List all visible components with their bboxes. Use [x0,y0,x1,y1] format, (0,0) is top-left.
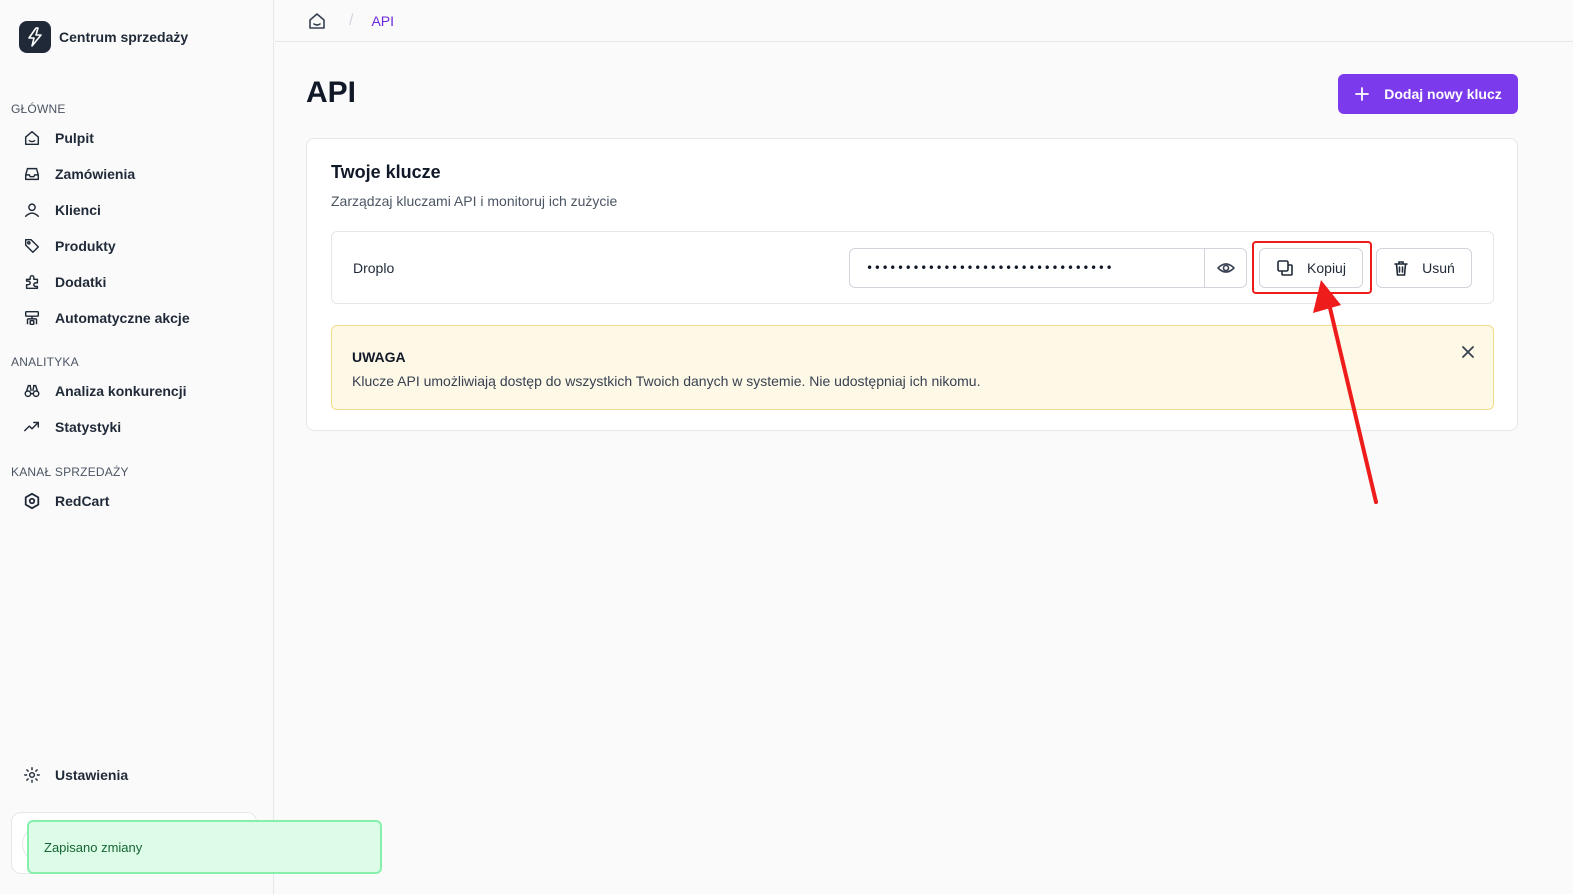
api-keys-card: Twoje klucze Zarządzaj kluczami API i mo… [306,138,1518,431]
sidebar-item-zamowienia[interactable]: Zamówienia [22,160,135,188]
api-key-field [849,248,1247,288]
sidebar-item-label: Dodatki [55,274,107,290]
binoculars-icon [22,381,42,401]
brand-name: Centrum sprzedaży [59,29,189,45]
sidebar-item-dodatki[interactable]: Dodatki [22,268,106,296]
page-title: API [306,76,357,109]
sidebar: Centrum sprzedaży GŁÓWNE Pulpit Zamówien… [0,0,274,894]
home-icon [22,128,42,148]
warning-alert: UWAGA Klucze API umożliwiają dostęp do w… [331,325,1494,410]
toast-notification: Zapisano zmiany [27,820,382,874]
toggle-visibility-button[interactable] [1204,249,1246,287]
breadcrumb: / API [275,0,1573,42]
puzzle-icon [22,272,42,292]
api-key-name: Droplo [353,260,395,276]
sidebar-item-label: Zamówienia [55,166,136,182]
plus-icon [1355,87,1370,101]
section-label-channel: KANAŁ SPRZEDAŻY [11,465,129,479]
section-label-main: GŁÓWNE [11,102,66,116]
sidebar-item-label: RedCart [55,493,110,509]
tag-icon [22,236,42,256]
automation-icon [22,308,42,328]
sidebar-item-label: Statystyki [55,419,122,435]
copy-icon [1277,260,1293,276]
trending-up-icon [22,417,42,437]
toast-text: Zapisano zmiany [44,839,143,855]
api-key-row: Droplo Kopiuj Usuń [331,231,1494,304]
sidebar-item-label: Klienci [55,202,101,218]
sidebar-item-analiza-konkurencji[interactable]: Analiza konkurencji [22,377,186,405]
sidebar-item-klienci[interactable]: Klienci [22,196,101,224]
sidebar-item-redcart[interactable]: RedCart [22,487,109,515]
sidebar-item-label: Analiza konkurencji [55,383,187,399]
brand-logo-icon [19,21,51,53]
sidebar-item-pulpit[interactable]: Pulpit [22,124,94,152]
api-key-input[interactable] [850,249,1204,287]
sidebar-item-produkty[interactable]: Produkty [22,232,116,260]
inbox-icon [22,164,42,184]
add-key-label: Dodaj nowy klucz [1384,86,1502,102]
alert-title: UWAGA [352,349,406,365]
home-icon[interactable] [307,11,327,31]
delete-label: Usuń [1422,260,1455,276]
sidebar-item-label: Produkty [55,238,116,254]
sidebar-item-automatyczne-akcje[interactable]: Automatyczne akcje [22,304,190,332]
hexagon-icon [22,491,42,511]
sidebar-item-ustawienia[interactable]: Ustawienia [22,761,128,789]
eye-icon [1216,263,1235,273]
card-subtitle: Zarządzaj kluczami API i monitoruj ich z… [331,193,618,209]
breadcrumb-separator: / [349,11,354,29]
sidebar-item-label: Automatyczne akcje [55,310,190,326]
alert-text: Klucze API umożliwiają dostęp do wszystk… [352,373,981,389]
copy-label: Kopiuj [1307,260,1346,276]
sidebar-item-label: Pulpit [55,130,94,146]
section-label-analytics: ANALITYKA [11,355,79,369]
gear-icon [22,765,42,785]
sidebar-item-statystyki[interactable]: Statystyki [22,413,121,441]
user-icon [22,200,42,220]
delete-button[interactable]: Usuń [1376,248,1472,288]
copy-button[interactable]: Kopiuj [1259,248,1363,288]
brand[interactable]: Centrum sprzedaży [19,21,188,53]
breadcrumb-current[interactable]: API [371,13,394,29]
add-key-button[interactable]: Dodaj nowy klucz [1338,74,1518,114]
sidebar-item-label: Ustawienia [55,767,129,783]
close-icon[interactable] [1458,342,1478,362]
card-title: Twoje klucze [331,162,441,182]
trash-icon [1394,260,1408,276]
